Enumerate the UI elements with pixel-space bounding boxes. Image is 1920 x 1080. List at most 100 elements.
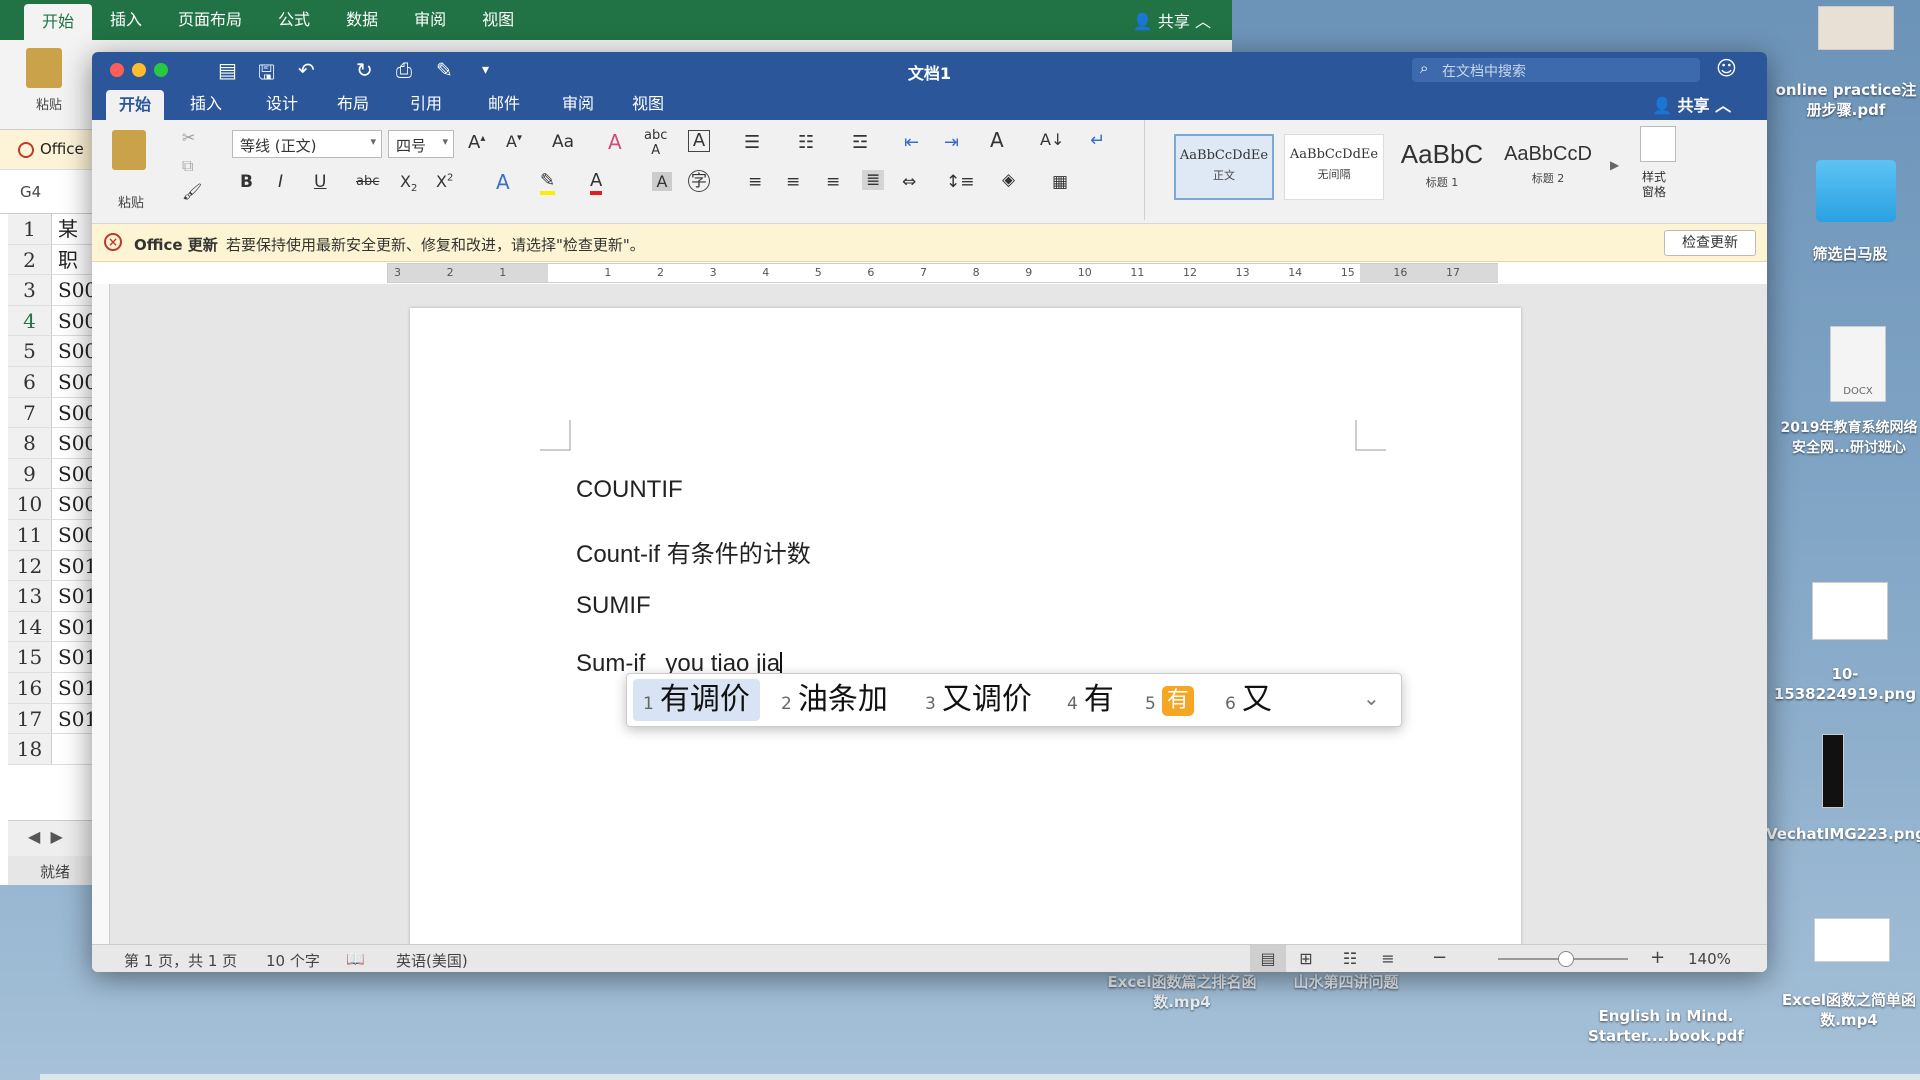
zoom-in-button[interactable]: + [1650, 947, 1665, 968]
smiley-feedback-icon[interactable]: ☺ [1716, 56, 1737, 80]
excel-tab-review[interactable]: 审阅 [396, 0, 464, 40]
underline-button[interactable]: U [314, 172, 326, 192]
excel-row[interactable]: 7 S00 [8, 397, 96, 429]
justify-icon[interactable]: ≣ [862, 170, 885, 190]
align-left-icon[interactable]: ≡ [748, 172, 762, 192]
excel-row[interactable]: 4 S00 [8, 305, 96, 337]
row-header[interactable]: 9 [8, 458, 52, 489]
phonetic-guide-icon[interactable]: abc A [644, 128, 667, 158]
font-name-select[interactable]: 等线 (正文) ▾ [232, 130, 382, 158]
cell-value[interactable]: S00 [58, 306, 96, 336]
superscript-button[interactable]: X2 [436, 172, 453, 191]
row-header[interactable]: 17 [8, 703, 52, 734]
ime-candidate[interactable]: 5有 [1145, 674, 1194, 726]
excel-row[interactable]: 5 S00 [8, 336, 96, 367]
subscript-button[interactable]: X2 [400, 172, 417, 194]
row-header[interactable]: 18 [8, 734, 52, 764]
check-updates-button[interactable]: 检查更新 [1664, 230, 1756, 256]
excel-row[interactable]: 12 S01 [8, 550, 96, 582]
chevron-right-icon[interactable]: ▶ [50, 827, 62, 846]
character-border-icon[interactable]: A [688, 130, 710, 152]
excel-row[interactable]: 8 S00 [8, 428, 96, 459]
cell-value[interactable]: S00 [58, 336, 96, 366]
doc-line[interactable]: Count-if 有条件的计数 [576, 534, 811, 569]
change-case-icon[interactable]: Aa [552, 132, 574, 152]
cell-value[interactable]: 某 [58, 214, 96, 244]
decrease-indent-icon[interactable]: ⇤ [904, 132, 919, 153]
excel-sheet-nav[interactable]: ◀ ▶ [8, 820, 96, 856]
excel-row[interactable]: 15 S01 [8, 642, 96, 673]
row-header[interactable]: 5 [8, 336, 52, 366]
text-effects-icon[interactable]: A [496, 170, 510, 194]
excel-tab-view[interactable]: 视图 [464, 0, 532, 40]
font-size-select[interactable]: 四号 ▾ [388, 130, 454, 158]
cell-value[interactable]: S01 [58, 551, 96, 581]
page-count[interactable]: 第 1 页，共 1 页 [124, 950, 237, 971]
highlight-icon[interactable]: ✎ [540, 170, 556, 195]
font-color-icon[interactable]: A [590, 170, 603, 195]
zoom-level[interactable]: 140% [1688, 950, 1731, 968]
pdf-thumbnail-icon[interactable] [1818, 6, 1894, 50]
cell-value[interactable]: S01 [58, 612, 96, 642]
cell-value[interactable]: S00 [58, 489, 96, 519]
document-page[interactable]: COUNTIF Count-if 有条件的计数 SUMIF Sum-if you… [410, 308, 1521, 948]
excel-row[interactable]: 6 S00 [8, 367, 96, 398]
ime-candidate[interactable]: 3 又调价 [925, 674, 1032, 726]
print-layout-view-button[interactable]: ▤ [1250, 945, 1286, 972]
multilevel-list-icon[interactable]: ☲ [852, 132, 868, 153]
proofing-icon[interactable]: 📖 [346, 950, 365, 968]
excel-row[interactable]: 10 S00 [8, 489, 96, 520]
style-heading-1[interactable]: AaBbC 标题 1 [1392, 134, 1492, 200]
close-icon[interactable] [18, 141, 34, 158]
excel-row[interactable]: 14 S01 [8, 611, 96, 643]
desktop-icon-label[interactable]: 2019年教育系统网络安全网...研讨班心 [1778, 418, 1920, 458]
excel-tab-data[interactable]: 数据 [328, 0, 396, 40]
cell-value[interactable]: S00 [58, 398, 96, 428]
copy-icon[interactable]: ⧉ [182, 156, 193, 176]
excel-tab-insert[interactable]: 插入 [92, 0, 160, 40]
tab-5[interactable]: 邮件 [474, 88, 534, 120]
zoom-out-button[interactable]: − [1432, 947, 1447, 968]
excel-row[interactable]: 17 S01 [8, 703, 96, 735]
grow-font-icon[interactable]: A▴ [468, 132, 485, 153]
doc-line[interactable]: COUNTIF [576, 476, 683, 504]
chevron-left-icon[interactable]: ◀ [28, 827, 40, 846]
row-header[interactable]: 1 [8, 214, 52, 244]
styles-pane-label[interactable]: 样式 窗格 [1642, 170, 1666, 200]
excel-row[interactable]: 13 S01 [8, 581, 96, 612]
excel-row[interactable]: 1某 [8, 214, 96, 245]
tab-1[interactable]: 插入 [178, 88, 234, 120]
desktop-icon-label[interactable]: English in Mind. Starter....book.pdf [1576, 1006, 1756, 1046]
word-count[interactable]: 10 个字 [266, 950, 320, 971]
shading-icon[interactable]: ◈ [1002, 170, 1015, 190]
sort-icon[interactable]: A↓ [1040, 130, 1064, 149]
numbering-icon[interactable]: ☷ [798, 132, 814, 153]
styles-more-icon[interactable]: ▶ [1610, 158, 1619, 172]
horizontal-ruler[interactable]: 3 2 1 1 2 3 4 5 6 7 8 9 10 11 12 13 14 15 16 17 [387, 263, 1498, 283]
excel-row[interactable]: 9 S00 [8, 458, 96, 490]
cell-value[interactable]: 职 [58, 245, 96, 275]
ime-candidate[interactable]: 6又 [1225, 674, 1272, 726]
row-header[interactable]: 6 [8, 367, 52, 397]
tab-4[interactable]: 引用 [396, 88, 456, 120]
close-icon[interactable]: × [104, 233, 122, 251]
cell-value[interactable]: S01 [58, 581, 96, 611]
excel-row[interactable]: 3 S00 [8, 275, 96, 306]
style-no-spacing[interactable]: AaBbCcDdEe 无间隔 [1284, 134, 1384, 200]
format-painter-icon[interactable]: 🖌 [182, 182, 202, 201]
paste-icon[interactable] [26, 48, 62, 88]
excel-name-box[interactable]: G4 [0, 172, 96, 214]
vertical-ruler[interactable] [92, 284, 110, 944]
cell-value[interactable]: S00 [58, 459, 96, 489]
cell-value[interactable]: S01 [58, 673, 96, 703]
style-normal[interactable]: AaBbCcDdEe 正文 [1174, 134, 1274, 200]
row-header[interactable]: 12 [8, 550, 52, 581]
bold-button[interactable]: B [240, 172, 253, 192]
cell-value[interactable]: S00 [58, 275, 96, 305]
cell-value[interactable]: S00 [58, 428, 96, 458]
cell-value[interactable]: S00 [58, 367, 96, 397]
distributed-icon[interactable]: ⇔ [902, 172, 916, 192]
folder-icon[interactable] [1816, 160, 1896, 222]
character-shading-icon[interactable]: A [652, 172, 672, 191]
desktop-icon-label[interactable]: 筛选白马股 [1780, 244, 1920, 264]
